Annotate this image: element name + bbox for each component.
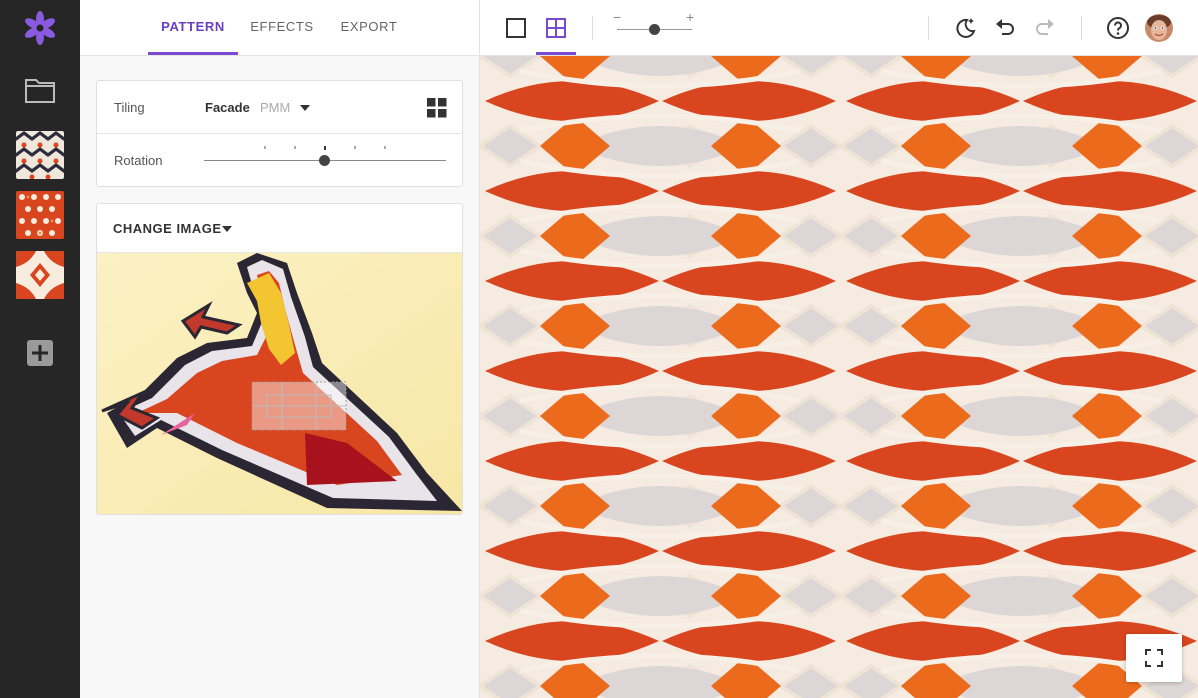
toolbar-divider <box>928 16 929 40</box>
tiling-grid-icon[interactable] <box>427 98 447 118</box>
tab-effects[interactable]: EFFECTS <box>244 0 320 56</box>
source-image-card: CHANGE IMAGE <box>96 203 463 515</box>
redo-icon[interactable] <box>1033 16 1057 40</box>
tiling-label: Tiling <box>114 100 145 115</box>
rotation-row: Rotation <box>97 134 462 187</box>
tab-pattern[interactable]: PATTERN <box>148 0 238 56</box>
grid-icon[interactable] <box>544 16 568 40</box>
toolbar-divider <box>592 16 593 40</box>
panel-tabs: PATTERN EFFECTS EXPORT <box>80 0 479 56</box>
add-square-icon[interactable] <box>27 340 53 366</box>
chevron-down-icon[interactable] <box>222 226 232 232</box>
fullscreen-icon <box>1145 649 1163 667</box>
toolbar-divider <box>1081 16 1082 40</box>
undo-icon[interactable] <box>993 16 1017 40</box>
pattern-thumbnail-1[interactable] <box>16 131 64 179</box>
change-image-button[interactable]: CHANGE IMAGE <box>113 221 222 236</box>
fullscreen-button[interactable] <box>1126 634 1182 682</box>
tiling-row: Tiling Facade PMM <box>97 81 462 134</box>
moon-sparkle-icon[interactable] <box>953 16 977 40</box>
tab-export[interactable]: EXPORT <box>330 0 408 56</box>
pattern-thumbnail-3[interactable] <box>16 251 64 299</box>
rotation-tick <box>354 146 356 149</box>
source-image-header: CHANGE IMAGE <box>97 204 462 253</box>
zoom-out-button[interactable]: − <box>613 9 621 25</box>
square-icon[interactable] <box>504 16 528 40</box>
rotation-label: Rotation <box>114 153 163 168</box>
pattern-thumbnail-2[interactable] <box>16 191 64 239</box>
rotation-tick <box>324 146 326 150</box>
active-tab-indicator <box>148 52 238 55</box>
folder-icon[interactable] <box>24 76 56 104</box>
tiling-card: Tiling Facade PMM Rotation <box>96 80 463 187</box>
rotation-tick <box>384 146 386 149</box>
rotation-slider-knob[interactable] <box>319 155 330 166</box>
rotation-tick <box>264 146 266 149</box>
source-image-preview[interactable] <box>97 253 462 514</box>
chevron-down-icon[interactable] <box>300 105 310 111</box>
rotation-tick <box>294 146 296 149</box>
top-toolbar: − + <box>480 0 1198 56</box>
pattern-canvas[interactable] <box>480 56 1198 698</box>
tiling-code: PMM <box>260 100 291 115</box>
asterisk-logo-icon[interactable] <box>22 10 58 46</box>
zoom-slider-knob[interactable] <box>649 24 660 35</box>
zoom-in-button[interactable]: + <box>686 9 694 25</box>
tiling-select-value[interactable]: Facade <box>205 100 250 115</box>
help-circle-icon[interactable] <box>1106 16 1130 40</box>
left-rail <box>0 0 80 698</box>
settings-panel: PATTERN EFFECTS EXPORT Tiling Facade PMM… <box>80 0 480 698</box>
user-avatar[interactable] <box>1145 14 1173 42</box>
active-view-indicator <box>536 52 576 55</box>
